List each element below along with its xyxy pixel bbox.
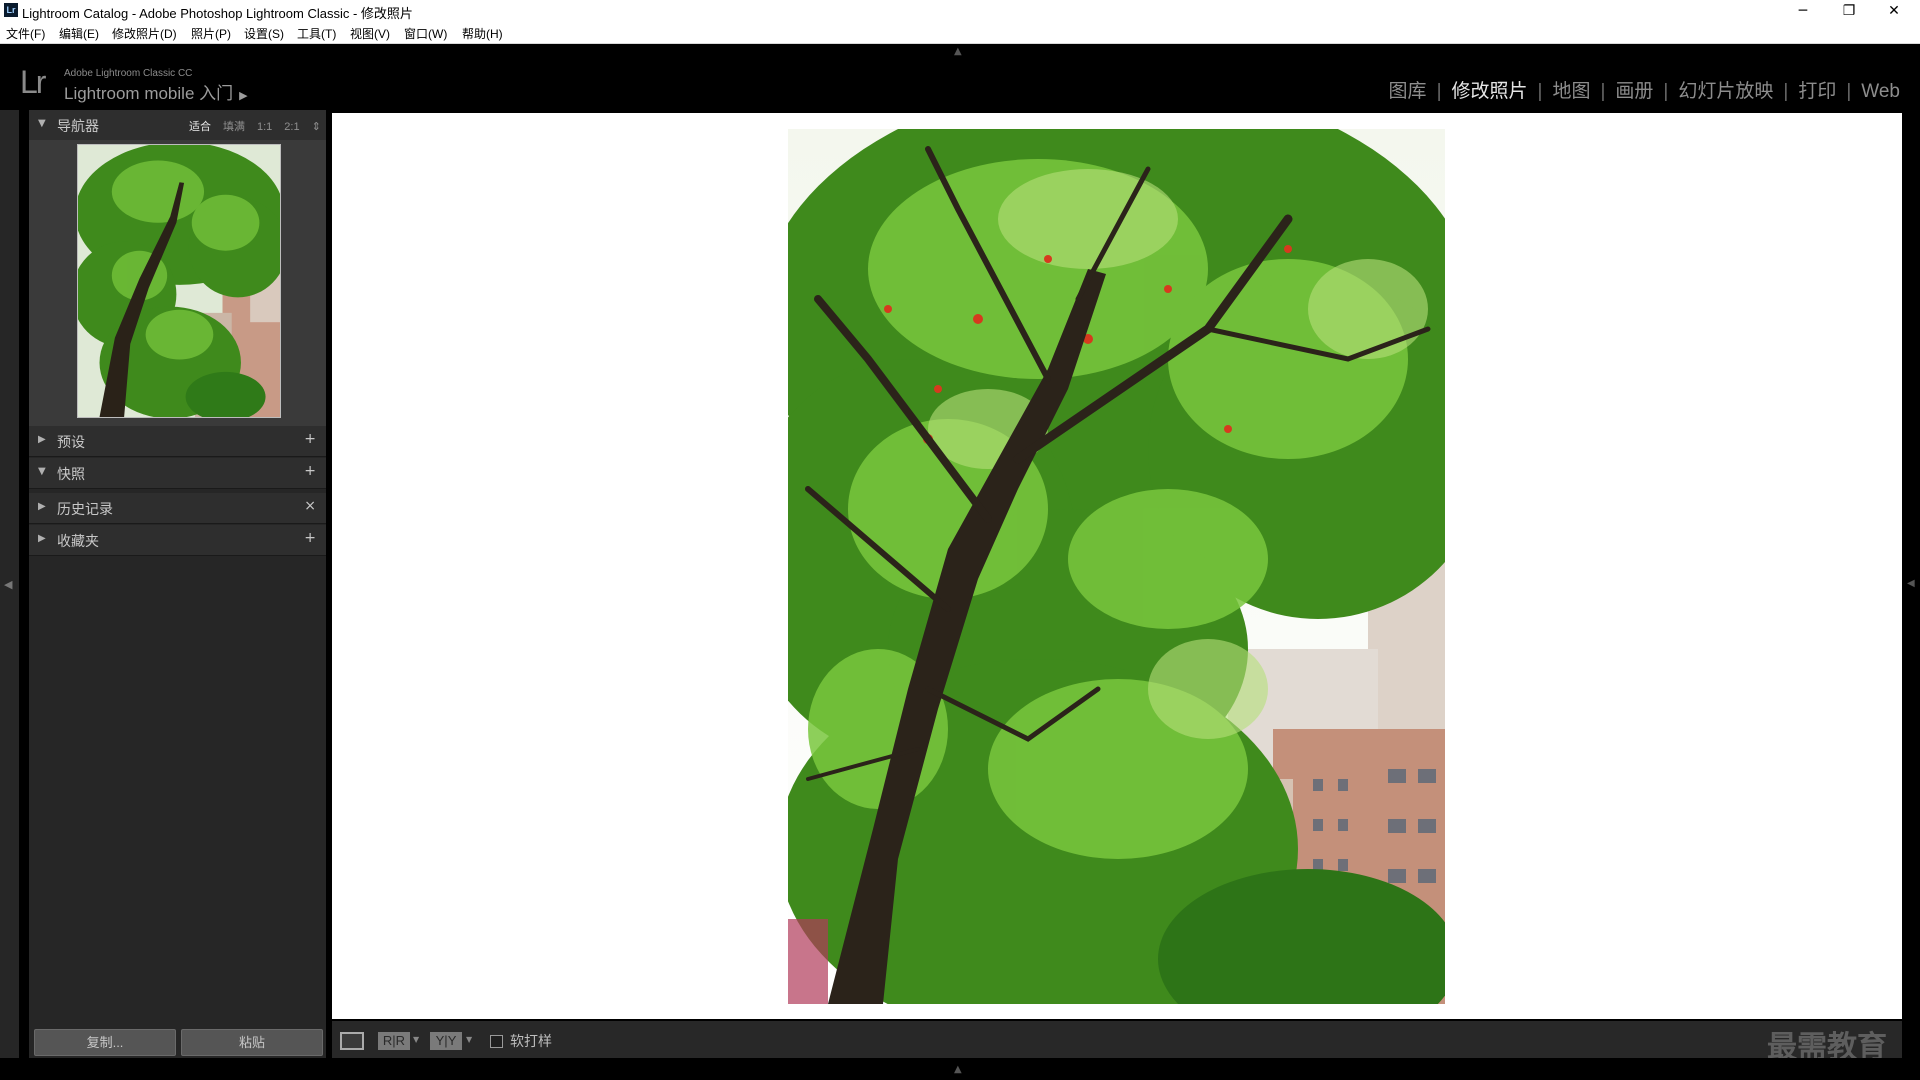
lightroom-app-icon: Lr — [4, 3, 18, 17]
brand-main-text: Lightroom mobile 入门 — [64, 84, 234, 103]
expand-triangle-icon: ▼ — [38, 466, 46, 477]
restore-button[interactable]: ❐ — [1829, 0, 1869, 22]
add-snapshot-icon[interactable]: + — [304, 463, 316, 479]
before-after-lr-button[interactable]: R|R — [378, 1032, 410, 1050]
collections-title: 收藏夹 — [57, 533, 99, 549]
soft-proofing-checkbox[interactable] — [490, 1035, 503, 1048]
zoom-fill[interactable]: 填满 — [223, 121, 245, 133]
paste-settings-button[interactable]: 粘贴 — [181, 1029, 323, 1056]
window-title-bar: Lr Lightroom Catalog - Adobe Photoshop L… — [0, 0, 1920, 22]
snapshots-header[interactable]: ▼ 快照 + — [29, 458, 326, 489]
history-title: 历史记录 — [57, 501, 113, 517]
identity-plate: ▲ Lr Adobe Lightroom Classic CC Lightroo… — [0, 44, 1920, 110]
collapse-right-icon[interactable]: ◀ — [1907, 578, 1915, 589]
brand-small-text: Adobe Lightroom Classic CC — [64, 68, 193, 79]
zoom-1-1[interactable]: 1:1 — [257, 121, 272, 133]
collapse-bottom-icon[interactable]: ▲ — [954, 1064, 962, 1075]
history-header[interactable]: ▶ 历史记录 × — [29, 493, 326, 524]
collapsed-triangle-icon: ▶ — [38, 434, 46, 445]
module-picker: 图库 | 修改照片 | 地图 | 画册 | 幻灯片放映 | 打印 | Web — [1379, 76, 1910, 103]
dropdown-arrow-icon[interactable]: ▼ — [413, 1035, 419, 1044]
module-library[interactable]: 图库 — [1379, 76, 1437, 103]
dropdown-arrow-icon[interactable]: ▼ — [466, 1035, 472, 1044]
module-slideshow[interactable]: 幻灯片放映 — [1668, 76, 1783, 103]
menu-bar: 文件(F) 编辑(E) 修改照片(D) 照片(P) 设置(S) 工具(T) 视图… — [0, 22, 1920, 44]
module-print[interactable]: 打印 — [1788, 76, 1846, 103]
menu-help[interactable]: 帮助(H) — [462, 25, 503, 42]
module-web[interactable]: Web — [1851, 81, 1910, 103]
develop-toolbar: R|R ▼ Y|Y ▼ 软打样 — [332, 1021, 1902, 1058]
presets-title: 预设 — [57, 434, 85, 450]
collapsed-triangle-icon: ▶ — [38, 533, 46, 544]
soft-proofing-label: 软打样 — [510, 1033, 552, 1049]
menu-develop[interactable]: 修改照片(D) — [112, 25, 177, 42]
menu-settings[interactable]: 设置(S) — [244, 25, 284, 42]
collapsed-triangle-icon: ▶ — [38, 501, 46, 512]
navigator-preview[interactable] — [29, 140, 326, 426]
navigator-zoom-options: 适合 填满 1:1 2:1 ⇕ — [189, 118, 321, 134]
tree-photo-thumbnail — [78, 145, 280, 417]
before-after-tb-button[interactable]: Y|Y — [430, 1032, 462, 1050]
window-title: Lightroom Catalog - Adobe Photoshop Ligh… — [22, 6, 413, 21]
menu-window[interactable]: 窗口(W) — [404, 25, 447, 42]
presets-header[interactable]: ▶ 预设 + — [29, 426, 326, 457]
menu-file[interactable]: 文件(F) — [6, 25, 45, 42]
main-photo[interactable] — [788, 129, 1445, 1004]
lr-logo: Lr — [20, 64, 46, 100]
tree-photo — [788, 129, 1445, 1004]
loupe-view[interactable] — [332, 113, 1902, 1019]
collections-header[interactable]: ▶ 收藏夹 + — [29, 525, 326, 556]
menu-edit[interactable]: 编辑(E) — [59, 25, 99, 42]
left-panel: ▼ 导航器 适合 填满 1:1 2:1 ⇕ ▶ 预设 + ▼ 快照 + ▶ 历史… — [29, 110, 326, 1058]
snapshots-title: 快照 — [57, 466, 85, 482]
navigator-title: 导航器 — [57, 118, 99, 134]
menu-photo[interactable]: 照片(P) — [191, 25, 231, 42]
expand-triangle-icon: ▼ — [38, 118, 46, 129]
zoom-more-icon[interactable]: ⇕ — [312, 121, 321, 133]
lightroom-mobile-link[interactable]: Lightroom mobile 入门 ▶ — [64, 79, 248, 104]
module-book[interactable]: 画册 — [1605, 76, 1663, 103]
navigator-header[interactable]: ▼ 导航器 适合 填满 1:1 2:1 ⇕ — [29, 110, 326, 141]
menu-tools[interactable]: 工具(T) — [297, 25, 336, 42]
left-panel-buttons: 复制... 粘贴 — [29, 1021, 326, 1058]
module-map[interactable]: 地图 — [1542, 76, 1600, 103]
zoom-2-1[interactable]: 2:1 — [284, 121, 299, 133]
module-develop[interactable]: 修改照片 — [1442, 76, 1538, 103]
menu-view[interactable]: 视图(V) — [350, 25, 390, 42]
zoom-fit[interactable]: 适合 — [189, 121, 211, 133]
minimize-button[interactable]: ─ — [1783, 0, 1823, 22]
clear-history-icon[interactable]: × — [304, 498, 316, 514]
collapse-top-icon[interactable]: ▲ — [954, 46, 962, 57]
add-collection-icon[interactable]: + — [304, 530, 316, 546]
collapse-left-icon[interactable]: ◀ — [4, 578, 12, 591]
copy-settings-button[interactable]: 复制... — [34, 1029, 176, 1056]
close-button[interactable]: ✕ — [1874, 0, 1914, 22]
play-arrow-icon: ▶ — [239, 90, 248, 102]
loupe-view-button[interactable] — [340, 1032, 364, 1050]
add-preset-icon[interactable]: + — [304, 431, 316, 447]
navigator-thumbnail[interactable] — [77, 144, 281, 418]
